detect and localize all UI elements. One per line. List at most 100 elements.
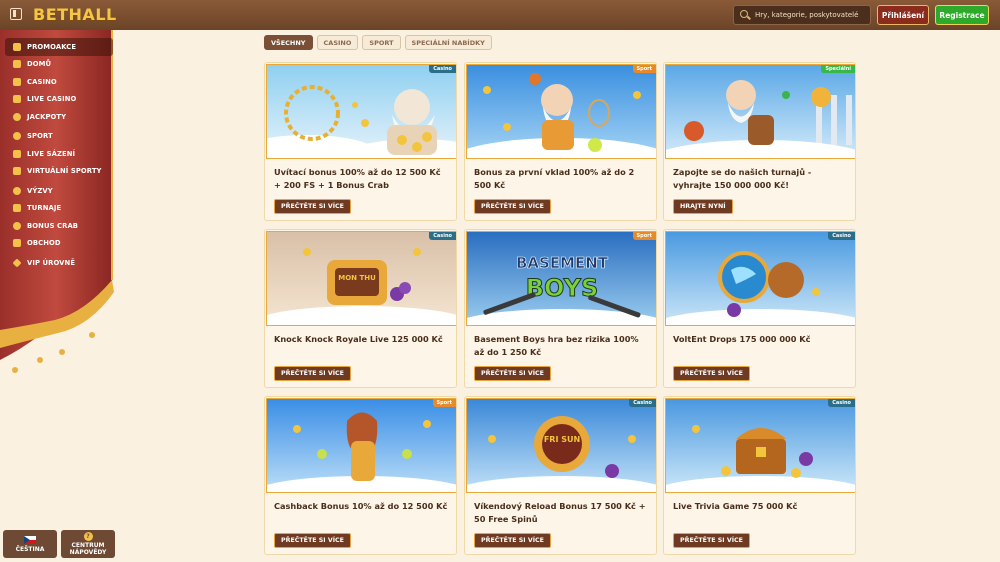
sidebar-item-sport[interactable]: SPORT <box>5 128 113 146</box>
promo-card: Speciální Zapojte se do našich turnajů -… <box>663 62 856 221</box>
search-input[interactable] <box>755 11 870 19</box>
promo-title: Víkendový Reload Bonus 17 500 Kč + 50 Fr… <box>474 501 646 524</box>
help-center-button[interactable]: ? CENTRUM NÁPOVĚDY <box>61 530 115 558</box>
logo[interactable]: BETHALL <box>33 5 117 24</box>
read-more-button[interactable]: PŘEČTĚTE SI VÍCE <box>274 366 351 381</box>
promo-card: Casino Live Trivia Game 75 000 Kč PŘEČTĚ… <box>663 396 856 555</box>
sidebar-item-live-sazeni[interactable]: LIVE SÁZENÍ <box>5 145 113 163</box>
live-bet-icon <box>13 149 21 158</box>
promo-image-live-trivia[interactable]: Casino <box>665 398 855 493</box>
cards-icon <box>13 77 21 86</box>
promo-card: Casino VoltEnt Drops 175 000 000 Kč PŘEČ… <box>663 229 856 388</box>
filter-all[interactable]: VŠECHNY <box>264 35 313 50</box>
basement-text: BASEMENT <box>516 254 609 272</box>
sidebar-item-virtualni-sporty[interactable]: VIRTUÁLNÍ SPORTY <box>5 163 113 181</box>
boys-text: BOYS <box>526 274 599 302</box>
promo-image-weekend-reload[interactable]: FRI SUN Casino <box>466 398 656 493</box>
promo-card: BASEMENT BOYS Sport Basement Boys hra be… <box>464 229 657 388</box>
promo-card: Casino Uvítací bonus 100% až do 12 500 K… <box>264 62 457 221</box>
sidebar-item-label: TURNAJE <box>27 204 62 213</box>
sidebar-item-label: OBCHOD <box>27 239 61 248</box>
category-tag: Casino <box>629 399 656 407</box>
read-more-button[interactable]: PŘEČTĚTE SI VÍCE <box>474 366 551 381</box>
filter-special[interactable]: SPECIÁLNÍ NABÍDKY <box>404 35 492 50</box>
sidebar-item-live-casino[interactable]: LIVE CASINO <box>5 91 113 109</box>
promo-title: Basement Boys hra bez rizika 100% až do … <box>474 334 639 357</box>
search-box[interactable] <box>733 5 871 25</box>
login-button[interactable]: Přihlášení <box>877 5 929 25</box>
promo-title: VoltEnt Drops 175 000 000 Kč <box>673 334 811 344</box>
promo-title: Live Trivia Game 75 000 Kč <box>673 501 798 511</box>
shop-icon <box>13 239 21 248</box>
sidebar-item-label: CASINO <box>27 77 57 86</box>
trophy-icon <box>13 204 21 213</box>
sidebar-item-label: VÝZVY <box>27 186 53 195</box>
category-filters: VŠECHNY CASINO SPORT SPECIÁLNÍ NABÍDKY <box>264 35 492 50</box>
read-more-button[interactable]: PŘEČTĚTE SI VÍCE <box>673 366 750 381</box>
promo-image-tournaments[interactable]: Speciální <box>665 64 855 159</box>
sidebar-item-label: LIVE SÁZENÍ <box>27 149 76 158</box>
promo-image-knock-knock[interactable]: MON THU Casino <box>266 231 456 326</box>
gift-icon <box>13 42 21 51</box>
live-icon <box>13 95 21 104</box>
promo-card: Sport Bonus za první vklad 100% až do 2 … <box>464 62 657 221</box>
promo-image-cashback[interactable]: Sport <box>266 398 456 493</box>
read-more-button[interactable]: PŘEČTĚTE SI VÍCE <box>274 533 351 548</box>
sidebar-item-vyzvy[interactable]: VÝZVY <box>5 182 113 200</box>
top-header: BETHALL Přihlášení Registrace <box>0 0 1000 30</box>
virtual-icon <box>13 167 21 176</box>
promo-card: FRI SUN Casino Víkendový Reload Bonus 17… <box>464 396 657 555</box>
category-tag: Sport <box>432 399 456 407</box>
sidebar-item-label: BONUS CRAB <box>27 221 79 230</box>
read-more-button[interactable]: PŘEČTĚTE SI VÍCE <box>474 533 551 548</box>
category-tag: Casino <box>828 232 855 240</box>
language-button[interactable]: ČEŠTINA <box>3 530 57 558</box>
category-tag: Casino <box>429 65 456 73</box>
category-tag: Speciální <box>821 65 855 73</box>
filter-casino[interactable]: CASINO <box>316 35 359 50</box>
sidebar-item-label: PROMOAKCE <box>27 42 77 51</box>
sidebar-item-label: JACKPOTY <box>27 112 67 121</box>
sidebar-item-domu[interactable]: DOMŮ <box>5 56 113 74</box>
home-icon <box>13 60 21 69</box>
promo-title: Uvítací bonus 100% až do 12 500 Kč + 200… <box>274 167 441 190</box>
jackpot-icon <box>13 112 21 121</box>
promo-card: MON THU Casino Knock Knock Royale Live 1… <box>264 229 457 388</box>
promo-image-basement-boys[interactable]: BASEMENT BOYS Sport <box>466 231 656 326</box>
promo-title: Bonus za první vklad 100% až do 2 500 Kč <box>474 167 635 190</box>
sidebar-item-vip-urovne[interactable]: VIP ÚROVNĚ <box>5 254 113 272</box>
search-icon <box>739 9 751 21</box>
promo-image-first-deposit[interactable]: Sport <box>466 64 656 159</box>
ball-icon <box>13 132 21 141</box>
filter-sport[interactable]: SPORT <box>362 35 401 50</box>
help-icon: ? <box>83 532 93 541</box>
wheel-text: FRI SUN <box>544 435 580 444</box>
promo-image-welcome[interactable]: Casino <box>266 64 456 159</box>
sidebar-item-turnaje[interactable]: TURNAJE <box>5 200 113 218</box>
category-tag: Casino <box>828 399 855 407</box>
promo-image-voltent-drops[interactable]: Casino <box>665 231 855 326</box>
promo-title: Zapojte se do našich turnajů - vyhrajte … <box>673 167 812 190</box>
read-more-button[interactable]: PŘEČTĚTE SI VÍCE <box>474 199 551 214</box>
sidebar-item-jackpoty[interactable]: JACKPOTY <box>5 108 113 126</box>
sidebar-item-bonus-crab[interactable]: BONUS CRAB <box>5 217 113 235</box>
sidebar-item-obchod[interactable]: OBCHOD <box>5 235 113 253</box>
sidebar: PROMOAKCE DOMŮ CASINO LIVE CASINO JACKPO… <box>0 30 118 562</box>
sidebar-nav: PROMOAKCE DOMŮ CASINO LIVE CASINO JACKPO… <box>5 38 113 272</box>
read-more-button[interactable]: PŘEČTĚTE SI VÍCE <box>673 533 750 548</box>
slot-text: MON THU <box>338 274 376 282</box>
play-now-button[interactable]: HRAJTE NYNÍ <box>673 199 733 214</box>
sidebar-item-label: VIP ÚROVNĚ <box>27 258 76 267</box>
sidebar-item-label: DOMŮ <box>27 60 52 69</box>
help-label: CENTRUM NÁPOVĚDY <box>69 542 107 556</box>
sidebar-toggle-icon[interactable] <box>10 8 22 20</box>
category-tag: Sport <box>632 232 656 240</box>
sidebar-item-label: VIRTUÁLNÍ SPORTY <box>27 167 102 176</box>
read-more-button[interactable]: PŘEČTĚTE SI VÍCE <box>274 199 351 214</box>
sidebar-item-casino[interactable]: CASINO <box>5 73 113 91</box>
sidebar-item-label: LIVE CASINO <box>27 95 77 104</box>
register-button[interactable]: Registrace <box>935 5 989 25</box>
sidebar-bottom: ČEŠTINA ? CENTRUM NÁPOVĚDY <box>3 530 115 558</box>
czech-flag-icon <box>24 535 36 544</box>
sidebar-item-promoakce[interactable]: PROMOAKCE <box>5 38 113 56</box>
